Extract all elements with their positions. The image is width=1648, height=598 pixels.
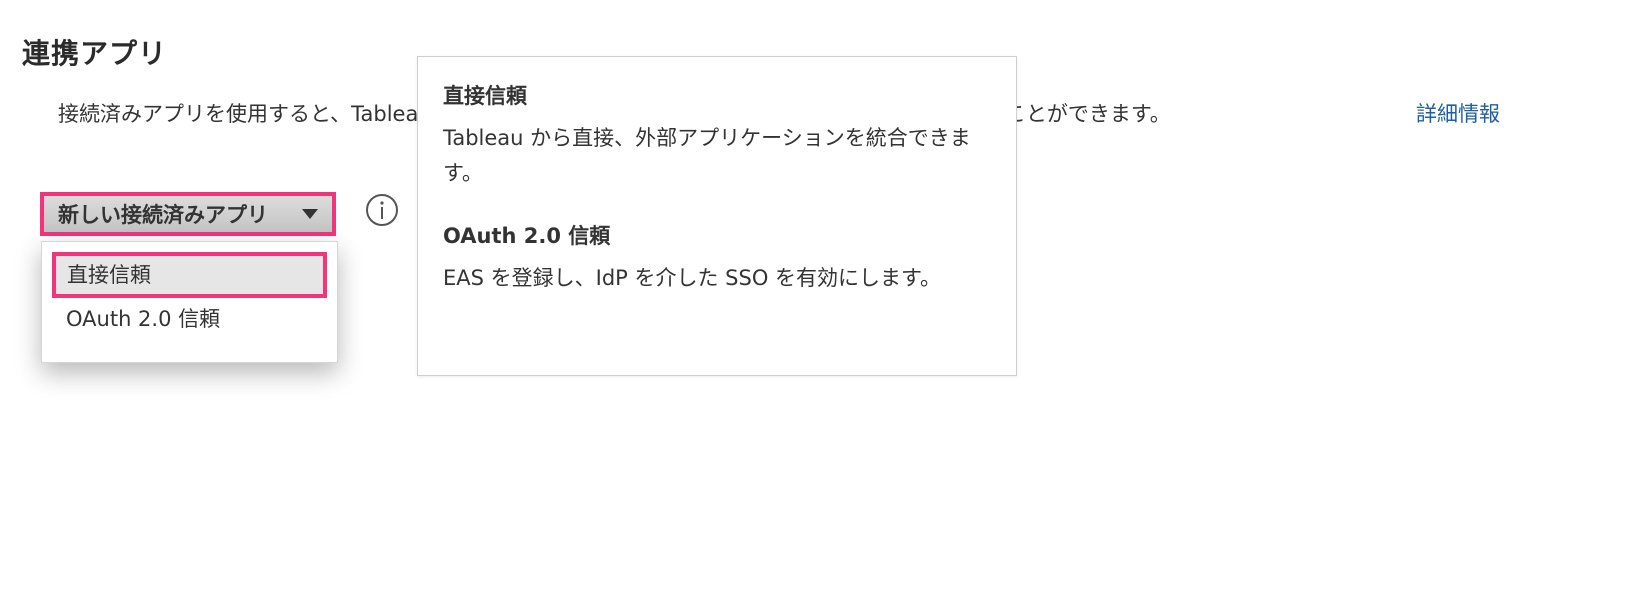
menu-item-direct-trust[interactable]: 直接信頼	[52, 252, 327, 298]
learn-more-link[interactable]: 詳細情報	[1416, 102, 1500, 126]
info-tooltip: 直接信頼 Tableau から直接、外部アプリケーションを統合できます。 OAu…	[417, 56, 1017, 376]
info-glyph	[380, 201, 384, 219]
tooltip-body-oauth-trust: EAS を登録し、IdP を介した SSO を有効にします。	[443, 266, 941, 290]
new-connected-app-menu: 直接信頼 OAuth 2.0 信頼	[41, 241, 338, 363]
tooltip-body-direct-trust: Tableau から直接、外部アプリケーションを統合できます。	[443, 126, 971, 185]
menu-item-oauth-trust[interactable]: OAuth 2.0 信頼	[52, 300, 327, 346]
new-connected-app-label: 新しい接続済みアプリ	[58, 203, 268, 227]
tooltip-title-direct-trust: 直接信頼	[443, 84, 527, 108]
caret-down-icon	[302, 209, 318, 219]
new-connected-app-button[interactable]: 新しい接続済みアプリ	[40, 192, 336, 236]
info-icon[interactable]	[366, 194, 398, 226]
tooltip-title-oauth-trust: OAuth 2.0 信頼	[443, 224, 611, 248]
page-title: 連携アプリ	[22, 37, 168, 70]
